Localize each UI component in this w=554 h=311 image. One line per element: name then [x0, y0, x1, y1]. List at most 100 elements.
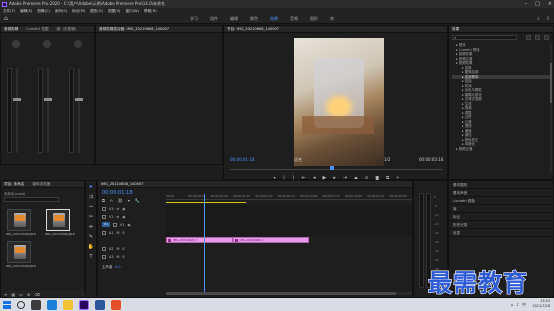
menu-help[interactable]: 帮助(H) — [144, 9, 157, 14]
timeline-playhead[interactable] — [204, 194, 205, 294]
lock-icon[interactable] — [102, 246, 106, 251]
work-area-bar[interactable] — [166, 202, 246, 203]
fit-dropdown[interactable]: 适合 — [294, 157, 302, 163]
master-volume[interactable]: 0.0 — [115, 265, 120, 269]
track-label[interactable]: A2 — [109, 247, 113, 251]
channel-fader-handle[interactable] — [44, 98, 52, 101]
timeline-ruler[interactable]: 00:00 00:00:00:15 00:00:01:00 00:00:01:15 00… — [166, 194, 412, 200]
lock-icon[interactable] — [102, 254, 106, 259]
maximize-icon[interactable]: □ — [535, 1, 540, 7]
add-marker-icon[interactable]: ▾ — [128, 198, 130, 203]
workspace-tab-libraries[interactable]: 库 — [330, 16, 334, 22]
track-v1[interactable] — [166, 221, 412, 228]
close-icon[interactable]: × — [548, 1, 552, 7]
ripple-edit-tool-icon[interactable]: ⇿ — [87, 203, 95, 211]
scroll-thumb[interactable] — [166, 292, 396, 295]
workspace-tab-color[interactable]: 颜色 — [250, 16, 258, 22]
solo-icon[interactable]: S — [122, 247, 124, 251]
track-label[interactable]: V1 — [120, 223, 124, 227]
yuv-effects-icon[interactable] — [544, 35, 549, 40]
mute-icon[interactable]: M — [116, 247, 119, 251]
volume-icon[interactable]: ♪ — [516, 302, 519, 308]
track-v2[interactable] — [166, 213, 412, 220]
track-v3[interactable] — [166, 205, 412, 212]
task-view-icon[interactable] — [31, 299, 41, 310]
menu-edit[interactable]: 编辑(E) — [20, 9, 32, 14]
workspace-tab-editing[interactable]: 编辑 — [230, 16, 238, 22]
eye-icon[interactable]: ◉ — [127, 223, 130, 227]
eye-icon[interactable]: ◉ — [122, 207, 125, 211]
solo-icon[interactable]: S — [122, 231, 124, 235]
project-item[interactable] — [46, 209, 70, 231]
panel-info[interactable]: 信息 — [449, 229, 553, 237]
app-icon[interactable] — [111, 299, 121, 310]
list-view-icon[interactable]: ≡ — [4, 292, 7, 297]
workspace-tab-assembly[interactable]: 组件 — [210, 16, 218, 22]
hand-tool-icon[interactable]: ✋ — [87, 243, 95, 251]
timeline-clip[interactable]: IMG_20210608_1 — [232, 237, 309, 243]
tab-sequence[interactable]: IMG_20210608_140007 — [101, 182, 144, 186]
source-patch-badge[interactable]: V1 — [102, 222, 110, 227]
channel-fader-handle[interactable] — [75, 98, 83, 101]
lock-icon[interactable] — [102, 214, 106, 219]
sync-icon[interactable]: ⇄ — [116, 215, 119, 219]
track-a1[interactable] — [166, 229, 412, 236]
workspace-tab-audio[interactable]: 音频 — [290, 16, 298, 22]
menu-sequence[interactable]: 序列(S) — [55, 9, 67, 14]
new-bin-icon[interactable]: ▭ — [19, 292, 23, 297]
timeline-clip[interactable]: IMG_20210608_1 — [166, 237, 233, 243]
effects-title[interactable]: 效果 — [452, 27, 459, 32]
workspace-tab-graphics[interactable]: 图形 — [310, 16, 318, 22]
start-button-icon[interactable] — [3, 300, 11, 309]
accelerated-effects-icon[interactable] — [526, 35, 531, 40]
track-label[interactable]: V3 — [109, 207, 113, 211]
workspace-tab-learn[interactable]: 学习 — [190, 16, 198, 22]
program-ruler[interactable] — [230, 169, 442, 172]
icon-view-icon[interactable]: ▦ — [11, 292, 15, 297]
razor-tool-icon[interactable]: ✂ — [87, 213, 95, 221]
word-icon[interactable] — [95, 299, 105, 310]
program-playhead[interactable] — [330, 166, 334, 170]
panel-essential-graphics[interactable]: 基本图形 — [449, 181, 553, 189]
tab-media-browser[interactable]: 媒体浏览器 — [32, 182, 50, 187]
panel-lumetri-color[interactable]: Lumetri 颜色 — [449, 197, 553, 205]
panel-history[interactable]: 历史记录 — [449, 221, 553, 229]
solo-icon[interactable]: S — [122, 255, 124, 259]
search-icon[interactable]: ⌕ — [537, 16, 540, 22]
menu-graphics[interactable]: 图形(G) — [90, 9, 103, 14]
quality-dropdown[interactable]: 1/2 — [384, 157, 390, 162]
trash-icon[interactable]: ⌫ — [34, 292, 40, 297]
linked-selection-icon[interactable]: ⛓ — [118, 198, 123, 203]
taskbar-search-icon[interactable] — [17, 300, 25, 309]
slip-tool-icon[interactable]: ⇹ — [87, 223, 95, 231]
mute-icon[interactable]: M — [116, 231, 119, 235]
effects-search-input[interactable]: ⌕ — [452, 35, 517, 40]
project-search-input[interactable] — [4, 197, 59, 202]
pan-knob[interactable] — [74, 40, 82, 48]
menu-file[interactable]: 文件(F) — [3, 9, 15, 14]
panel-libraries[interactable]: 库 — [449, 205, 553, 213]
lock-icon[interactable] — [113, 222, 117, 227]
taskbar-clock[interactable]: 13:53 2021/7/28 — [533, 299, 550, 309]
tab-lumetri-scopes[interactable]: Lumetri 范围 — [26, 27, 48, 32]
pan-knob[interactable] — [43, 40, 51, 48]
track-label[interactable]: A3 — [109, 255, 113, 259]
home-icon[interactable]: ⌂ — [4, 16, 10, 22]
premiere-taskbar-icon[interactable] — [79, 299, 89, 310]
nest-icon[interactable]: ⧉ — [102, 198, 105, 203]
menu-marker[interactable]: 标记(M) — [72, 9, 85, 14]
workspace-tab-effects[interactable]: 效果 — [270, 16, 278, 22]
effects-scrollbar[interactable] — [550, 43, 552, 173]
file-explorer-icon[interactable] — [63, 299, 73, 310]
track-label[interactable]: V2 — [109, 215, 113, 219]
network-icon[interactable]: ⌂ — [511, 302, 514, 308]
panel-markers[interactable]: 标记 — [449, 213, 553, 221]
channel-fader-handle[interactable] — [13, 98, 21, 101]
timeline-timecode[interactable]: 00:00:01:18 — [102, 190, 133, 196]
pan-knob[interactable] — [12, 40, 20, 48]
minimize-icon[interactable]: – — [525, 1, 528, 7]
menu-clip[interactable]: 剪辑(C) — [37, 9, 50, 14]
share-icon[interactable]: ⇪ — [546, 16, 550, 22]
selection-tool-icon[interactable]: ➤ — [87, 183, 95, 191]
track-select-tool-icon[interactable]: ⇉ — [87, 193, 95, 201]
